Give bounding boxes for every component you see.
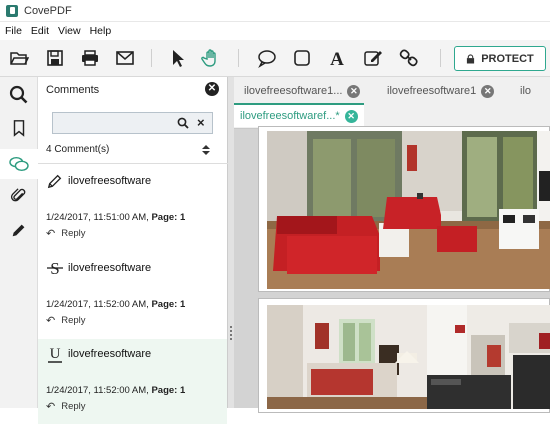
document-tab-active[interactable]: ilovefreesoftwaref...* ✕ — [234, 103, 364, 127]
search-icon[interactable] — [177, 117, 189, 132]
bedroom-photo — [267, 305, 427, 409]
comments-panel: Comments ✕ × 4 Comment(s) ilovefreesoftw… — [38, 77, 228, 424]
hand-tool-icon[interactable] — [200, 47, 222, 69]
divider — [38, 163, 228, 164]
toolbar-divider — [151, 49, 152, 67]
tab-label: ilovefreesoftwaref...* — [240, 110, 340, 122]
edit-note-icon[interactable] — [362, 47, 384, 69]
close-icon[interactable]: ✕ — [205, 82, 219, 96]
comment-search-input[interactable] — [56, 115, 171, 131]
comment-date: 1/24/2017, 11:52:00 AM, Page: 1 — [46, 299, 186, 310]
reply-arrow-icon: ↶ — [46, 228, 56, 240]
text-tool-icon[interactable]: A — [326, 47, 348, 69]
living-room-photo — [267, 131, 550, 289]
strikeout-icon: S — [46, 259, 64, 277]
reply-arrow-icon: ↶ — [46, 315, 56, 327]
email-icon[interactable] — [114, 47, 136, 69]
open-folder-icon[interactable] — [8, 47, 30, 69]
comments-panel-title: Comments — [46, 84, 100, 96]
comment-date: 1/24/2017, 11:52:00 AM, Page: 1 — [46, 385, 186, 396]
close-tab-icon[interactable]: ✕ — [344, 109, 358, 123]
svg-text:U: U — [50, 346, 61, 362]
comments-panel-icon[interactable] — [0, 149, 38, 179]
menu-edit[interactable]: Edit — [31, 25, 49, 37]
close-tab-icon[interactable]: ✕ — [481, 84, 495, 98]
tab-label: ilovefreesoftware1... — [244, 85, 343, 97]
reply-link[interactable]: ↶ Reply — [46, 227, 86, 240]
toolbar: A PROTECT — [0, 40, 550, 77]
comment-item[interactable]: S ilovefreesoftware 1/24/2017, 11:52:00 … — [38, 253, 227, 338]
select-cursor-icon[interactable] — [166, 47, 188, 69]
comment-date: 1/24/2017, 11:51:00 AM, Page: 1 — [46, 212, 186, 223]
save-icon[interactable] — [44, 47, 66, 69]
kitchen-photo — [427, 305, 550, 409]
menu-view[interactable]: View — [58, 25, 81, 37]
comment-item[interactable]: ilovefreesoftware 1/24/2017, 11:51:00 AM… — [38, 166, 227, 251]
title-bar: CovePDF — [0, 0, 550, 22]
splitter-grip[interactable] — [230, 326, 232, 340]
document-tab[interactable]: ilovefreesoftware1 ✕ — [387, 79, 495, 103]
window-title: CovePDF — [24, 4, 72, 17]
pencil-icon[interactable] — [8, 219, 30, 241]
svg-text:A: A — [330, 49, 344, 68]
document-tab[interactable]: ilovefreesoftware1... ✕ — [244, 79, 361, 103]
pdf-page — [258, 298, 550, 413]
tab-label: ilo — [520, 85, 532, 97]
toolbar-divider — [238, 49, 239, 67]
reply-link[interactable]: ↶ Reply — [46, 400, 86, 413]
menu-file[interactable]: File — [5, 25, 22, 37]
document-tab[interactable]: ilo — [520, 79, 531, 103]
comment-item-selected[interactable]: U ilovefreesoftware 1/24/2017, 11:52:00 … — [38, 339, 227, 424]
menu-help[interactable]: Help — [90, 25, 112, 37]
protect-label: PROTECT — [481, 52, 534, 65]
rectangle-shape-icon[interactable] — [291, 47, 313, 69]
toolbar-divider — [440, 49, 441, 67]
link-icon[interactable] — [398, 47, 420, 69]
protect-button[interactable]: PROTECT — [454, 46, 546, 71]
pencil-icon — [46, 172, 64, 190]
document-tabs: ilovefreesoftware1... ✕ ilovefreesoftwar… — [234, 77, 550, 129]
tab-label: ilovefreesoftware1 — [387, 85, 477, 97]
bookmark-icon[interactable] — [8, 117, 30, 139]
attachment-icon[interactable] — [8, 185, 30, 207]
comment-count: 4 Comment(s) — [46, 144, 110, 155]
close-tab-icon[interactable]: ✕ — [347, 84, 361, 98]
lock-icon — [466, 54, 475, 64]
comment-author: ilovefreesoftware — [68, 175, 152, 187]
pdf-page — [258, 126, 550, 292]
clear-search-icon[interactable]: × — [197, 115, 205, 130]
print-icon[interactable] — [79, 47, 101, 69]
menu-bar: File Edit View Help — [0, 22, 550, 40]
underline-icon: U — [46, 345, 64, 363]
sort-icon[interactable] — [200, 143, 212, 157]
comment-search-box: × — [52, 112, 213, 134]
left-tool-strip — [0, 77, 38, 408]
comment-author: ilovefreesoftware — [68, 348, 152, 360]
comment-bubble-icon[interactable] — [256, 47, 278, 69]
search-icon[interactable] — [8, 84, 30, 106]
comment-author: ilovefreesoftware — [68, 262, 152, 274]
app-logo-icon — [6, 4, 18, 17]
document-viewer: ilovefreesoftware1... ✕ ilovefreesoftwar… — [234, 77, 550, 413]
reply-arrow-icon: ↶ — [46, 401, 56, 413]
reply-link[interactable]: ↶ Reply — [46, 314, 86, 327]
